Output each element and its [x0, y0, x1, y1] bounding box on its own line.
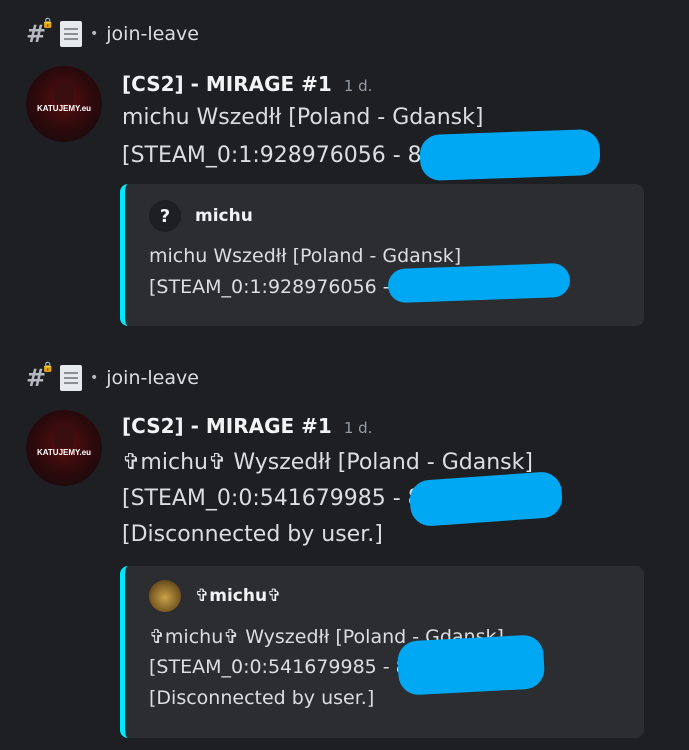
avatar[interactable]: KATUJEMY.eu: [26, 66, 102, 142]
channel-header[interactable]: # 🔒 • join-leave: [26, 18, 199, 48]
soldier-icon: [54, 82, 74, 104]
message-line: michu Wszedłł [Poland - Gdansk]: [122, 105, 484, 130]
embed-line: [STEAM_0:1:928976056 -: [149, 276, 390, 298]
separator: •: [90, 370, 99, 386]
timestamp[interactable]: 1 d.: [344, 77, 373, 95]
avatar-logo: KATUJEMY.eu: [36, 104, 92, 113]
embed-card: ✞michu✞ ✞michu✞ Wyszedłł [Poland - Gdans…: [120, 566, 644, 738]
message-line: [STEAM_0:0:541679985 - 8: [122, 486, 422, 511]
message-line: ✞michu✞ Wyszedłł [Poland - Gdansk]: [122, 450, 533, 475]
message-header: [CS2] - MIRAGE #1 1 d.: [122, 72, 372, 96]
embed-author: ✞michu✞: [149, 580, 281, 612]
user-avatar-icon: [149, 580, 181, 612]
lock-icon: 🔒: [41, 362, 54, 373]
embed-author: ? michu: [149, 200, 253, 232]
embed-author-name[interactable]: ✞michu✞: [195, 586, 281, 606]
author-name[interactable]: [CS2] - MIRAGE #1: [122, 72, 332, 96]
hash-lock-icon: # 🔒: [26, 362, 54, 392]
separator: •: [90, 26, 99, 42]
message-line: [Disconnected by user.]: [122, 522, 383, 547]
soldier-icon: [54, 426, 74, 448]
lock-icon: 🔒: [41, 18, 54, 29]
channel-header[interactable]: # 🔒 • join-leave: [26, 362, 199, 392]
message-header: [CS2] - MIRAGE #1 1 d.: [122, 414, 372, 438]
avatar[interactable]: KATUJEMY.eu: [26, 410, 102, 486]
embed-line: michu Wszedłł [Poland - Gdansk]: [149, 245, 462, 267]
embed-author-name[interactable]: michu: [195, 206, 253, 226]
redaction-mark: [387, 262, 571, 304]
channel-name[interactable]: join-leave: [106, 367, 199, 389]
embed-line: [STEAM_0:0:541679985 - 8: [149, 656, 408, 678]
redaction-mark: [396, 634, 546, 696]
redaction-mark: [419, 128, 601, 182]
hash-lock-icon: # 🔒: [26, 18, 54, 48]
avatar-logo: KATUJEMY.eu: [36, 448, 92, 457]
channel-name[interactable]: join-leave: [106, 23, 199, 45]
redaction-mark: [408, 470, 564, 528]
message-line: [STEAM_0:1:928976056 - 8: [122, 143, 422, 168]
embed-card: ? michu michu Wszedłł [Poland - Gdansk] …: [120, 184, 644, 326]
timestamp[interactable]: 1 d.: [344, 419, 373, 437]
author-name[interactable]: [CS2] - MIRAGE #1: [122, 414, 332, 438]
unknown-avatar-icon: ?: [149, 200, 181, 232]
embed-line: [Disconnected by user.]: [149, 687, 375, 709]
document-icon: [60, 21, 82, 47]
document-icon: [60, 365, 82, 391]
